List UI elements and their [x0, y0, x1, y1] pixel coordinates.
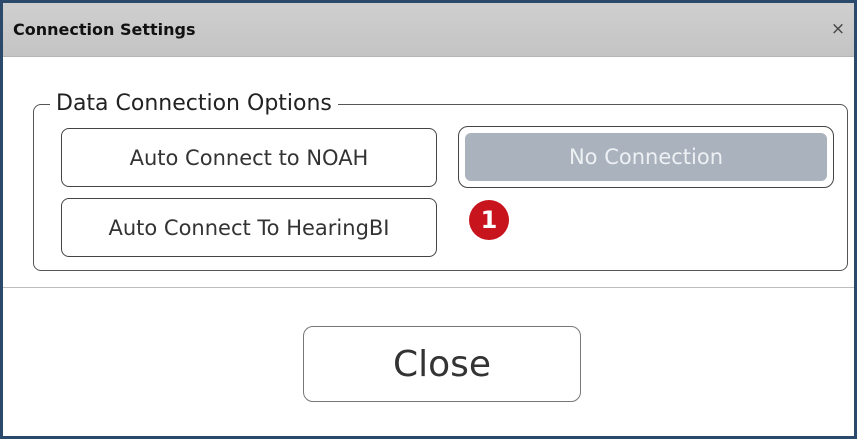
no-connection-label: No Connection — [465, 133, 827, 181]
title-bar[interactable]: Connection Settings × — [3, 3, 854, 57]
auto-connect-hearingbi-button[interactable]: Auto Connect To HearingBI — [61, 198, 437, 257]
group-legend: Data Connection Options — [50, 89, 338, 119]
dialog-title: Connection Settings — [13, 20, 196, 39]
close-button[interactable]: Close — [303, 326, 581, 402]
annotation-badge: 1 — [469, 200, 509, 240]
no-connection-button[interactable]: No Connection — [458, 126, 834, 188]
divider — [3, 287, 854, 288]
close-icon[interactable]: × — [826, 3, 850, 56]
connection-settings-dialog: Connection Settings × Data Connection Op… — [0, 0, 857, 439]
auto-connect-noah-button[interactable]: Auto Connect to NOAH — [61, 128, 437, 187]
